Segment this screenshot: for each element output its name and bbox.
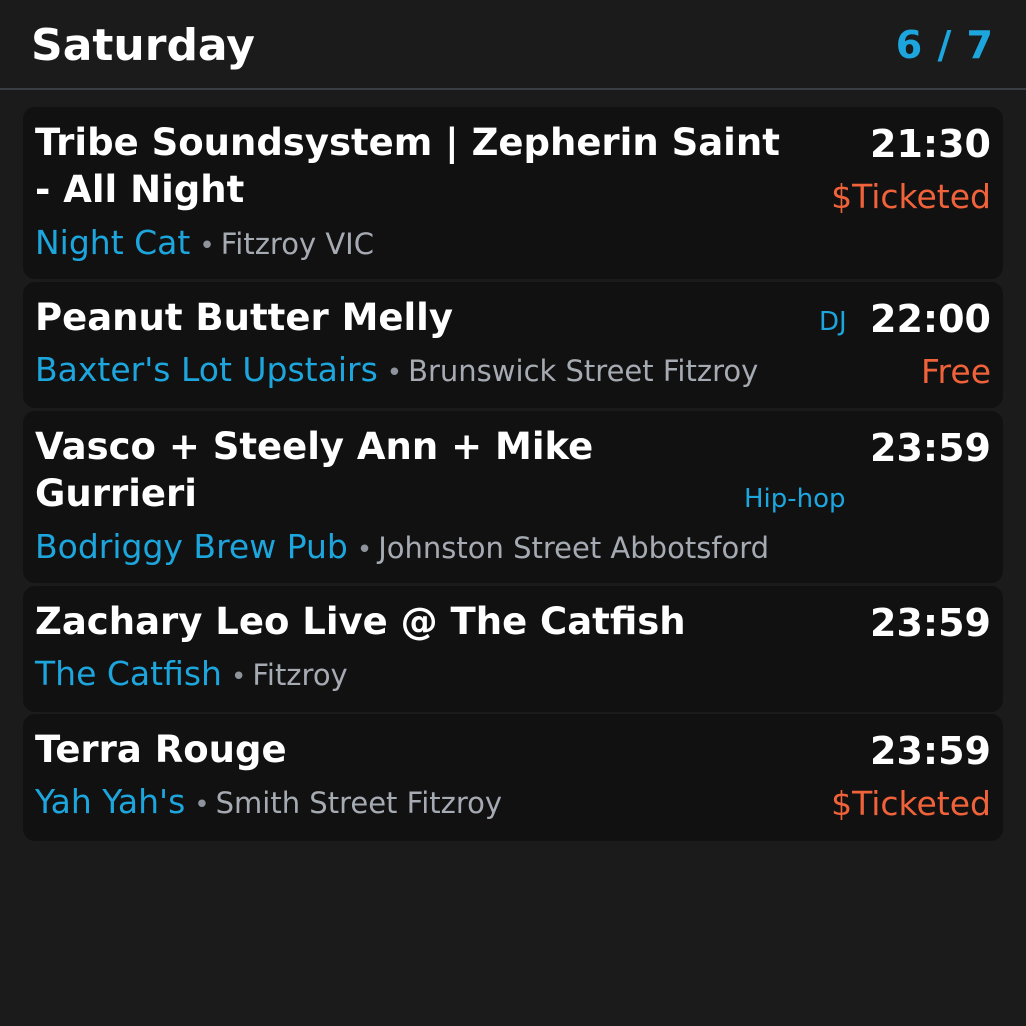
event-card[interactable]: Vasco + Steely Ann + Mike Gurrieri Hip-h…: [23, 411, 1003, 583]
event-listing-screen: Saturday 6 / 7 Tribe Soundsystem | Zephe…: [0, 0, 1026, 1026]
day-header: Saturday 6 / 7: [0, 0, 1026, 90]
venue-address: Fitzroy VIC: [220, 227, 374, 261]
event-genre: Hip-hop: [744, 484, 846, 514]
event-name: Peanut Butter Melly: [35, 296, 453, 339]
event-card[interactable]: Peanut Butter Melly DJ 22:00 Free Baxter…: [23, 282, 1003, 408]
venue-address: Brunswick Street Fitzroy: [408, 354, 759, 388]
event-price: $Ticketed: [831, 177, 991, 216]
venue-line: Night Cat • Fitzroy VIC: [35, 223, 374, 269]
venue-name[interactable]: The Catfish: [35, 654, 222, 693]
venue-address: Johnston Street Abbotsford: [378, 531, 770, 565]
day-title: Saturday: [31, 20, 255, 71]
venue-address: Fitzroy: [252, 658, 348, 692]
event-genre: DJ: [819, 307, 847, 337]
event-time: 23:59: [870, 426, 991, 470]
event-time: 21:30: [870, 122, 991, 166]
venue-name[interactable]: Baxter's Lot Upstairs: [35, 350, 378, 389]
event-price: $Ticketed: [831, 784, 991, 823]
event-card[interactable]: Terra Rouge 23:59 $Ticketed Yah Yah's • Sm…: [23, 714, 1003, 841]
event-time: 23:59: [870, 729, 991, 773]
event-name: Terra Rouge: [35, 728, 287, 771]
event-name: Vasco + Steely Ann + Mike Gurrieri: [35, 425, 594, 515]
venue-line: Yah Yah's • Smith Street Fitzroy: [35, 782, 502, 828]
page-indicator: 6 / 7: [895, 23, 994, 67]
venue-name[interactable]: Bodriggy Brew Pub: [35, 527, 348, 566]
event-card[interactable]: Tribe Soundsystem | Zepherin Saint - All…: [23, 107, 1003, 279]
venue-name[interactable]: Night Cat: [35, 223, 190, 262]
venue-line: Baxter's Lot Upstairs • Brunswick Street F…: [35, 350, 758, 396]
event-card[interactable]: Zachary Leo Live @ The Catfish 23:59 The…: [23, 586, 1003, 712]
separator-dot: •: [356, 535, 373, 565]
event-name: Zachary Leo Live @ The Catfish: [35, 600, 686, 643]
event-name: Tribe Soundsystem | Zepherin Saint - All…: [35, 121, 780, 211]
separator-dot: •: [199, 231, 215, 261]
separator-dot: •: [386, 358, 403, 388]
venue-address: Smith Street Fitzroy: [215, 786, 503, 820]
separator-dot: •: [230, 662, 247, 692]
event-time: 23:59: [870, 601, 991, 645]
venue-line: The Catfish • Fitzroy: [35, 654, 348, 700]
event-price: Free: [920, 352, 991, 391]
venue-line: Bodriggy Brew Pub • Johnston Street Abbots…: [35, 527, 769, 573]
venue-name[interactable]: Yah Yah's: [35, 782, 185, 821]
separator-dot: •: [194, 790, 210, 820]
event-time: 22:00: [870, 297, 991, 341]
